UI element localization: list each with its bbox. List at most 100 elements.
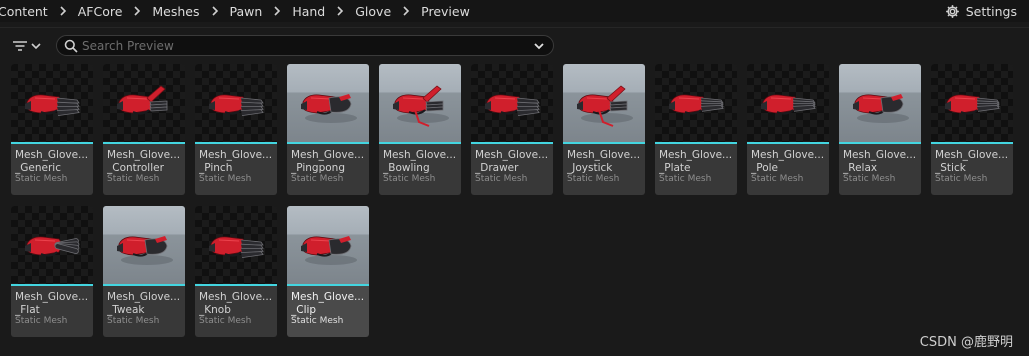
asset-tile[interactable]: Mesh_Glove... _Pole Static Mesh (747, 64, 829, 195)
static-mesh-type-bar (103, 284, 185, 286)
asset-name: Mesh_Glove... _Tweak (107, 291, 185, 316)
asset-name-line1: Mesh_Glove... (107, 149, 181, 161)
asset-name: Mesh_Glove... _Pinch (199, 149, 277, 174)
asset-tile[interactable]: Mesh_Glove... _Knob Static Mesh (195, 206, 277, 337)
asset-thumbnail (103, 206, 185, 284)
asset-tile[interactable]: Mesh_Glove... _Pinch Static Mesh (195, 64, 277, 195)
asset-name-line2: _Relax (843, 161, 878, 174)
asset-name: Mesh_Glove... _Plate (659, 149, 737, 174)
asset-name-line2: _Generic (15, 161, 61, 174)
asset-type: Static Mesh (659, 174, 712, 184)
asset-name-line1: Mesh_Glove... (15, 149, 89, 161)
static-mesh-type-bar (471, 142, 553, 144)
asset-tile[interactable]: Mesh_Glove... _Pingpong Static Mesh (287, 64, 369, 195)
breadcrumb-item[interactable]: Preview (421, 4, 470, 19)
asset-name-line1: Mesh_Glove... (15, 291, 89, 303)
watermark: CSDN @鹿野明 (919, 335, 1013, 350)
asset-thumbnail (839, 64, 921, 142)
asset-thumbnail (655, 64, 737, 142)
settings-button[interactable]: Settings (945, 0, 1017, 22)
chevron-right-icon[interactable] (325, 6, 355, 16)
search-input[interactable] (82, 38, 522, 53)
static-mesh-type-bar (103, 142, 185, 144)
asset-name: Mesh_Glove... _Flat (15, 291, 93, 316)
asset-name-line2: _Pole (751, 161, 779, 174)
asset-thumbnail (11, 206, 93, 284)
asset-name: Mesh_Glove... _Pingpong (291, 149, 369, 174)
static-mesh-type-bar (379, 142, 461, 144)
static-mesh-type-bar (11, 142, 93, 144)
asset-thumbnail (471, 64, 553, 142)
asset-name-line2: _Joystick (567, 161, 613, 174)
asset-tile[interactable]: Mesh_Glove... _Bowling Static Mesh (379, 64, 461, 195)
asset-name-line2: _Stick (935, 161, 966, 174)
asset-name-line1: Mesh_Glove... (567, 149, 641, 161)
filter-icon (12, 40, 28, 52)
static-mesh-type-bar (287, 284, 369, 286)
breadcrumb-item[interactable]: AFCore (78, 4, 123, 19)
breadcrumb-item[interactable]: Glove (355, 4, 391, 19)
filter-button[interactable] (12, 36, 48, 56)
search-box[interactable] (56, 35, 554, 56)
asset-tile[interactable]: Mesh_Glove... _Controller Static Mesh (103, 64, 185, 195)
chevron-right-icon[interactable] (200, 6, 230, 16)
asset-thumbnail (563, 64, 645, 142)
asset-type: Static Mesh (383, 174, 436, 184)
asset-name: Mesh_Glove... _Drawer (475, 149, 553, 174)
asset-type: Static Mesh (843, 174, 896, 184)
asset-thumbnail (287, 64, 369, 142)
breadcrumb-item[interactable]: Meshes (152, 4, 199, 19)
static-mesh-type-bar (655, 142, 737, 144)
asset-name: Mesh_Glove... _Pole (751, 149, 829, 174)
gear-icon (945, 4, 960, 19)
asset-thumbnail (931, 64, 1013, 142)
asset-thumbnail (379, 64, 461, 142)
breadcrumb-bar: Content AFCore Meshes Pawn Hand Glove Preview … (0, 0, 1029, 22)
static-mesh-type-bar (195, 142, 277, 144)
asset-tile[interactable]: Mesh_Glove... _Joystick Static Mesh (563, 64, 645, 195)
asset-name-line2: _Knob (199, 303, 231, 316)
chevron-right-icon[interactable] (391, 6, 421, 16)
asset-name-line2: _Flat (15, 303, 40, 316)
asset-thumbnail (195, 64, 277, 142)
asset-type: Static Mesh (15, 174, 68, 184)
asset-tile[interactable]: Mesh_Glove... _Tweak Static Mesh (103, 206, 185, 337)
search-history-dropdown-icon[interactable] (533, 40, 545, 52)
asset-tile[interactable]: Mesh_Glove... _Plate Static Mesh (655, 64, 737, 195)
asset-tile[interactable]: Mesh_Glove... _Generic Static Mesh (11, 64, 93, 195)
asset-type: Static Mesh (475, 174, 528, 184)
asset-name: Mesh_Glove... _Knob (199, 291, 277, 316)
breadcrumb-item[interactable]: Hand (292, 4, 325, 19)
asset-name-line2: _Plate (659, 161, 691, 174)
breadcrumb-item[interactable]: Content (0, 4, 48, 19)
chevron-right-icon[interactable] (48, 6, 78, 16)
asset-name: Mesh_Glove... _Joystick (567, 149, 645, 174)
asset-type: Static Mesh (935, 174, 988, 184)
chevron-down-icon (31, 42, 41, 50)
chevron-right-icon[interactable] (122, 6, 152, 16)
asset-tile[interactable]: Mesh_Glove... _Clip Static Mesh (287, 206, 369, 337)
asset-name-line1: Mesh_Glove... (291, 149, 365, 161)
asset-name-line1: Mesh_Glove... (751, 149, 825, 161)
static-mesh-type-bar (747, 142, 829, 144)
asset-name-line1: Mesh_Glove... (383, 149, 457, 161)
asset-name: Mesh_Glove... _Controller (107, 149, 185, 174)
settings-label: Settings (965, 3, 1017, 19)
asset-name-line2: _Pingpong (291, 161, 345, 174)
asset-type: Static Mesh (107, 316, 160, 326)
asset-name-line1: Mesh_Glove... (475, 149, 549, 161)
breadcrumb: Content AFCore Meshes Pawn Hand Glove Preview (0, 0, 470, 22)
asset-name: Mesh_Glove... _Relax (843, 149, 921, 174)
asset-tile[interactable]: Mesh_Glove... _Stick Static Mesh (931, 64, 1013, 195)
asset-tile[interactable]: Mesh_Glove... _Flat Static Mesh (11, 206, 93, 337)
asset-tile[interactable]: Mesh_Glove... _Drawer Static Mesh (471, 64, 553, 195)
asset-name: Mesh_Glove... _Bowling (383, 149, 461, 174)
asset-name: Mesh_Glove... _Stick (935, 149, 1013, 174)
asset-tile[interactable]: Mesh_Glove... _Relax Static Mesh (839, 64, 921, 195)
asset-thumbnail (195, 206, 277, 284)
asset-thumbnail (103, 64, 185, 142)
breadcrumb-item[interactable]: Pawn (230, 4, 263, 19)
asset-type: Static Mesh (199, 174, 252, 184)
asset-name-line2: _Drawer (475, 161, 519, 174)
chevron-right-icon[interactable] (262, 6, 292, 16)
